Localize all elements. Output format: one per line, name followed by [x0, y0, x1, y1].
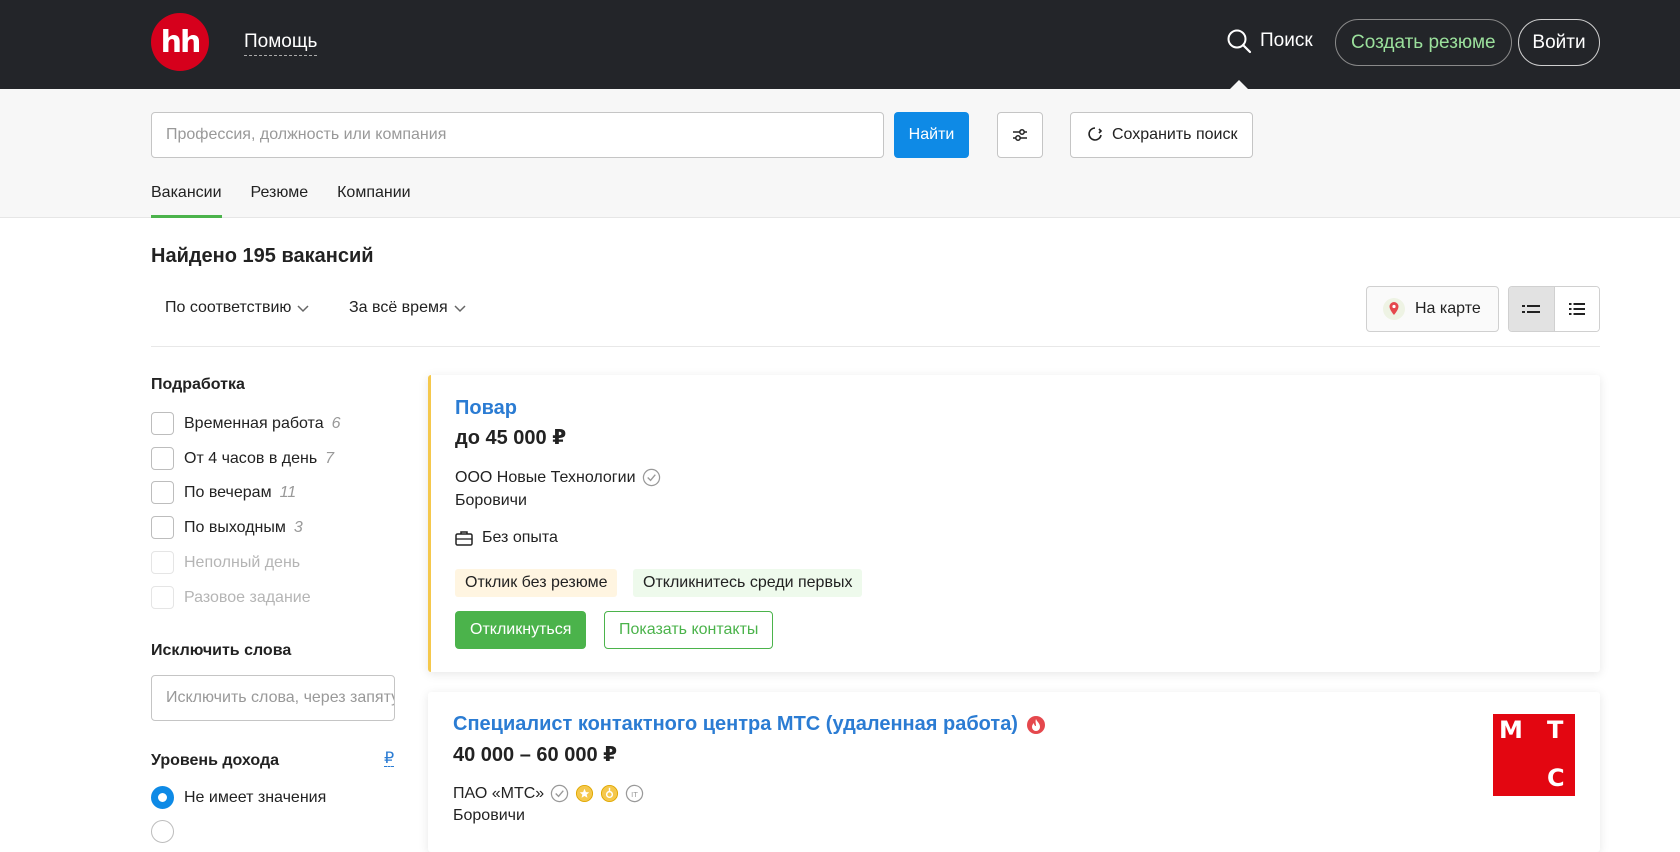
- exclude-words-input[interactable]: Исключить слова, через запятую: [151, 675, 395, 721]
- company-name: ПАО «МТС»: [453, 784, 545, 802]
- active-indicator: [1230, 80, 1248, 89]
- search-nav-link[interactable]: Поиск: [1226, 28, 1313, 54]
- checkbox[interactable]: [151, 412, 174, 435]
- verified-check-icon: [550, 784, 569, 803]
- vacancy-salary: до 45 000 ₽: [455, 427, 567, 449]
- apply-button[interactable]: Откликнуться: [455, 611, 587, 649]
- radio-selected[interactable]: [151, 786, 174, 809]
- svg-text:IT: IT: [631, 790, 638, 799]
- checkbox: [151, 586, 174, 609]
- income-option-any[interactable]: Не имеет значения: [151, 786, 326, 809]
- briefcase-icon: [455, 531, 473, 546]
- search-tabs: Вакансии Резюме Компании: [151, 184, 411, 218]
- vacancy-city: Боровичи: [455, 492, 527, 509]
- show-contacts-button[interactable]: Показать контакты: [604, 611, 774, 649]
- vacancy-city: Боровичи: [453, 807, 525, 824]
- chevron-down-icon: [297, 305, 309, 313]
- no-resume-chip: Отклик без резюме: [455, 569, 618, 597]
- compact-list-icon: [1522, 305, 1541, 313]
- apply-first-chip: Откликнитесь среди первых: [633, 569, 863, 597]
- company-name: ООО Новые Технологии: [455, 468, 636, 486]
- filter-weekends[interactable]: По выходным 3: [151, 516, 303, 539]
- vacancy-salary: 40 000 – 60 000 ₽: [453, 744, 618, 766]
- logo-letter: С: [1547, 764, 1565, 792]
- period-dropdown[interactable]: За всё время: [349, 299, 466, 317]
- checkbox[interactable]: [151, 516, 174, 539]
- sliders-icon: [1013, 129, 1027, 141]
- create-resume-button[interactable]: Создать резюме: [1335, 19, 1512, 66]
- top-header: hh Помощь Поиск Создать резюме Войти: [0, 0, 1680, 89]
- save-search-label: Сохранить поиск: [1112, 126, 1238, 143]
- radio-unselected[interactable]: [151, 820, 174, 843]
- logo-letter: М: [1499, 716, 1523, 744]
- filter-4-hours[interactable]: От 4 часов в день 7: [151, 447, 334, 470]
- exclude-title: Исключить слова: [151, 642, 292, 659]
- search-panel: Профессия, должность или компания Найти …: [0, 89, 1680, 218]
- income-option-label: Не имеет значения: [184, 788, 327, 806]
- tab-resumes[interactable]: Резюме: [251, 184, 309, 218]
- checkbox: [151, 551, 174, 574]
- full-view-button[interactable]: [1554, 287, 1599, 331]
- vacancy-experience: Без опыта: [455, 529, 558, 547]
- divider: [151, 346, 1600, 347]
- it-company-icon: IT: [625, 784, 644, 803]
- filter-label: От 4 часов в день: [184, 449, 318, 467]
- filter-label: Разовое задание: [184, 588, 311, 606]
- vacancy-card: Повар до 45 000 ₽ ООО Новые Технологии Б…: [428, 375, 1600, 672]
- hot-vacancy-icon: [1026, 715, 1045, 734]
- tab-vacancies[interactable]: Вакансии: [151, 184, 222, 218]
- company-logo[interactable]: М Т С: [1493, 714, 1575, 796]
- map-pin-icon: [1383, 298, 1405, 320]
- filter-temporary-work[interactable]: Временная работа 6: [151, 412, 341, 435]
- award-medal-icon: [601, 784, 619, 803]
- filter-count: 11: [279, 483, 297, 501]
- filter-label: По вечерам: [184, 483, 272, 501]
- checkbox[interactable]: [151, 447, 174, 470]
- vacancy-company[interactable]: ПАО «МТС» IT: [453, 784, 644, 803]
- filter-count: 3: [293, 518, 303, 536]
- search-nav-label: Поиск: [1260, 30, 1313, 51]
- filter-count: 6: [331, 414, 341, 432]
- logo-letter: Т: [1547, 716, 1564, 744]
- tab-companies[interactable]: Компании: [337, 184, 411, 218]
- sort-dropdown[interactable]: По соответствию: [165, 299, 309, 317]
- vacancy-card: Специалист контактного центра МТС (удале…: [428, 692, 1600, 852]
- income-title: Уровень дохода: [151, 752, 280, 769]
- vacancy-company[interactable]: ООО Новые Технологии: [455, 468, 661, 487]
- filter-label: Временная работа: [184, 414, 324, 432]
- hh-logo[interactable]: hh: [151, 13, 209, 71]
- sort-label: По соответствию: [165, 299, 292, 316]
- checkbox[interactable]: [151, 481, 174, 504]
- filter-evenings[interactable]: По вечерам 11: [151, 481, 296, 504]
- parttime-title: Подработка: [151, 376, 245, 393]
- filter-label: Неполный день: [184, 553, 301, 571]
- filter-one-time: Разовое задание: [151, 586, 311, 609]
- chevron-down-icon: [454, 305, 466, 313]
- view-toggle: [1508, 286, 1600, 332]
- full-list-icon: [1568, 303, 1585, 315]
- experience-label: Без опыта: [482, 529, 558, 546]
- map-button[interactable]: На карте: [1366, 286, 1499, 332]
- currency-switch[interactable]: ₽: [384, 751, 395, 767]
- find-button[interactable]: Найти: [894, 112, 969, 158]
- login-button[interactable]: Войти: [1518, 19, 1600, 66]
- period-label: За всё время: [349, 299, 448, 316]
- results-count: Найдено 195 вакансий: [151, 245, 374, 267]
- vacancy-title-link[interactable]: Повар: [455, 397, 517, 420]
- advanced-filter-button[interactable]: [997, 112, 1043, 158]
- search-input[interactable]: Профессия, должность или компания: [151, 112, 884, 158]
- search-icon: [1227, 29, 1252, 54]
- filter-label: По выходным: [184, 518, 286, 536]
- verified-check-icon: [642, 468, 660, 487]
- vacancy-title-link[interactable]: Специалист контактного центра МТС (удале…: [453, 713, 1018, 736]
- help-link[interactable]: Помощь: [244, 31, 318, 56]
- filter-part-day: Неполный день: [151, 551, 300, 574]
- compact-view-button[interactable]: [1509, 287, 1555, 331]
- rating-star-icon: [576, 784, 594, 803]
- map-label: На карте: [1415, 300, 1481, 317]
- save-search-button[interactable]: Сохранить поиск: [1070, 112, 1253, 158]
- filter-count: 7: [325, 449, 335, 467]
- bell-heart-icon: [1088, 127, 1103, 141]
